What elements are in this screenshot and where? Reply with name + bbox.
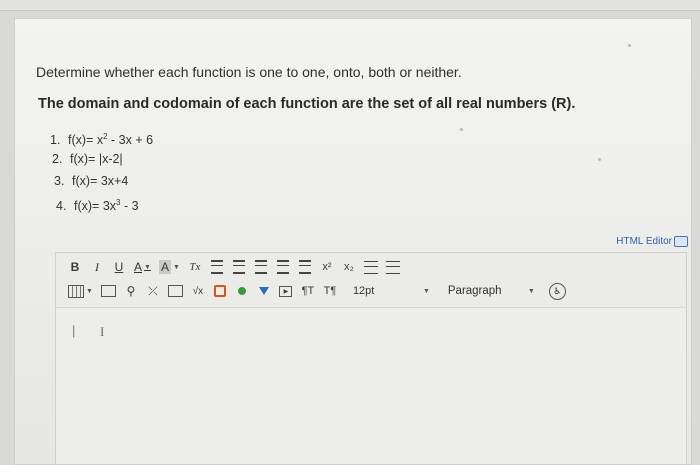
link-button[interactable]: ⚲: [124, 282, 138, 300]
leaf-icon: [237, 287, 246, 295]
list-item: 4. f(x)= 3x3 - 3: [56, 198, 139, 214]
underline-button[interactable]: U: [112, 258, 126, 276]
italic-button[interactable]: I: [90, 258, 104, 276]
question-subtitle: The domain and codomain of each function…: [38, 96, 576, 112]
office-icon-button[interactable]: [213, 282, 227, 300]
image-button[interactable]: [167, 282, 183, 300]
browser-top-strip: [0, 0, 700, 11]
chevron-down-icon: ▼: [86, 287, 93, 295]
html-editor-link[interactable]: HTML Editor: [616, 236, 688, 247]
indent-icon: [298, 260, 311, 274]
list-item: 3. f(x)= 3x+4: [54, 174, 129, 188]
list-item: 2. f(x)= |x-2|: [52, 152, 123, 166]
html-editor-label: HTML Editor: [616, 236, 672, 247]
clear-formatting-button[interactable]: Tx: [188, 258, 202, 276]
unlink-button[interactable]: ⤫: [146, 282, 160, 300]
indent-button[interactable]: [298, 258, 312, 276]
align-justify-icon: [276, 260, 289, 274]
screen-speck: [460, 128, 463, 131]
screen-speck: [628, 44, 631, 47]
ibeam-cursor-icon: I: [100, 324, 105, 339]
bold-button[interactable]: B: [68, 258, 82, 276]
record-button[interactable]: [257, 282, 271, 300]
bullet-list-icon: [363, 260, 378, 274]
toolbar-row-1: B I U A ▼ A ▼ Tx x² x₂: [68, 257, 408, 277]
play-icon: ▶: [279, 285, 293, 297]
align-center-icon: [232, 260, 245, 274]
editor-toolbar: B I U A ▼ A ▼ Tx x² x₂ ▼ ⚲ ⤫ √x ▶ ¶T T¶ …: [56, 253, 686, 303]
office-icon: [213, 285, 226, 297]
align-justify-button[interactable]: [276, 258, 290, 276]
align-center-button[interactable]: [232, 258, 246, 276]
background-color-button[interactable]: A ▼: [158, 258, 180, 276]
numbered-list-button[interactable]: [385, 258, 400, 276]
table-button[interactable]: ▼: [68, 282, 93, 300]
font-size-select[interactable]: 12pt: [353, 285, 423, 297]
paragraph-select[interactable]: Paragraph: [448, 285, 528, 297]
editor-content-area[interactable]: | I: [56, 307, 686, 464]
keyboard-icon: [674, 236, 688, 247]
ltr-button[interactable]: ¶T: [301, 282, 315, 300]
equation-button[interactable]: √x: [191, 282, 205, 300]
chevron-down-icon: ▼: [172, 263, 180, 271]
image-icon: [167, 285, 183, 297]
rtl-button[interactable]: T¶: [323, 282, 337, 300]
accessibility-icon[interactable]: ♿: [548, 282, 566, 300]
drop-icon: [258, 287, 269, 295]
list-item: 1. f(x)= x2 - 3x + 6: [50, 132, 154, 148]
question-title: Determine whether each function is one t…: [36, 64, 462, 80]
superscript-button[interactable]: x²: [320, 258, 334, 276]
font-color-button[interactable]: A ▼: [134, 258, 151, 276]
function-list: 1. f(x)= x2 - 3x + 6 2. f(x)= |x-2| 3. f(x)…: [50, 127, 153, 215]
toolbar-row-2: ▼ ⚲ ⤫ √x ▶ ¶T T¶ 12pt ▼ Paragraph ▼ ♿: [68, 281, 566, 301]
table-icon: [68, 284, 84, 298]
screen-speck: [598, 158, 601, 161]
align-left-icon: [210, 260, 223, 274]
chevron-down-icon: ▼: [144, 263, 151, 271]
align-right-icon: [254, 260, 267, 274]
subscript-button[interactable]: x₂: [342, 258, 356, 276]
bullet-list-button[interactable]: [363, 258, 378, 276]
apps-icon-button[interactable]: [235, 282, 249, 300]
media-icon: [100, 285, 116, 297]
chevron-down-icon[interactable]: ▼: [423, 288, 430, 295]
embed-button[interactable]: ▶: [279, 282, 293, 300]
media-button[interactable]: [100, 282, 116, 300]
text-cursor: |: [72, 323, 76, 338]
chevron-down-icon[interactable]: ▼: [528, 288, 535, 295]
align-right-button[interactable]: [254, 258, 268, 276]
rich-text-editor: B I U A ▼ A ▼ Tx x² x₂ ▼ ⚲ ⤫ √x ▶ ¶T T¶ …: [55, 252, 687, 465]
align-left-button[interactable]: [210, 258, 224, 276]
numbered-list-icon: [385, 260, 400, 274]
